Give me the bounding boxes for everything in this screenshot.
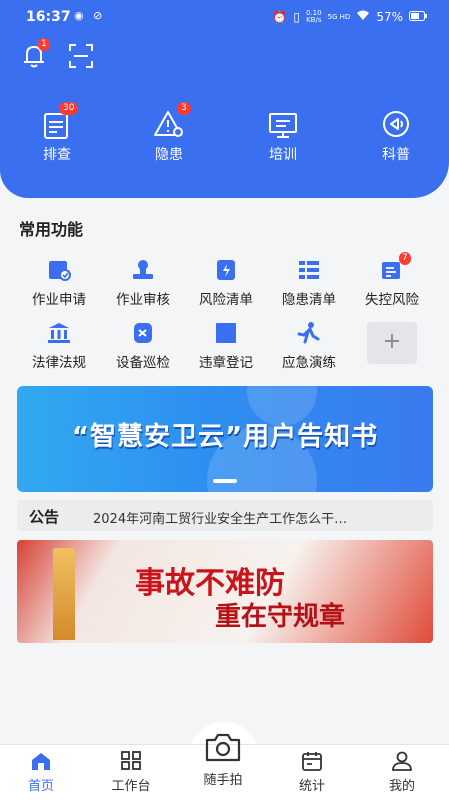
job-apply-icon [46,258,72,282]
safety-poster[interactable]: 事故不难防 重在守规章 [17,540,433,643]
func-label: 作业审核 [116,292,170,308]
func-device-inspection[interactable]: 设备巡检 [100,321,186,371]
announcement-text: 2024年河南工贸行业安全生产工作怎么干… [93,512,348,527]
tab-label: 首页 [27,779,54,794]
inspection-badge: 30 [59,102,79,115]
func-label: 失控风险 [365,292,419,308]
func-label: 设备巡检 [116,355,170,371]
quick-item-label: 科普 [382,147,410,163]
status-time: 16:37 [26,9,71,25]
hazard-badge: 3 [177,102,191,115]
func-label: 法律法规 [32,355,86,371]
tab-label: 统计 [298,779,325,794]
func-emergency-drill[interactable]: 应急演练 [266,321,352,371]
alarm-icon: ⏰ [272,9,288,24]
warning-search-icon: 3 [151,102,191,140]
device-inspect-icon [130,321,156,345]
quick-item-label: 排查 [43,147,71,163]
status-app-icons: ◉ ⊘ [74,9,106,22]
func-label: 隐患清单 [282,292,336,308]
quick-item-label: 隐患 [155,147,183,163]
tab-label: 工作台 [111,779,151,794]
func-risk-list[interactable]: 风险清单 [183,258,269,308]
violation-icon [213,321,239,345]
func-label: 违章登记 [199,355,253,371]
emergency-drill-icon [296,321,322,345]
func-laws[interactable]: 法律法规 [16,321,102,371]
announcement-bar[interactable]: 公告 2024年河南工贸行业安全生产工作怎么干… [17,500,433,531]
notification-badge: 1 [38,38,50,51]
func-job-review[interactable]: 作业审核 [100,258,186,308]
courthouse-icon [46,321,72,345]
list-icon [296,258,322,282]
vibrate-icon: ▯ [293,9,300,24]
func-label: 风险清单 [199,292,253,308]
tab-profile[interactable]: 我的 [367,751,437,794]
presentation-icon [265,108,301,140]
quick-item-label: 培训 [269,147,297,163]
wifi-icon [356,9,370,24]
tab-home[interactable]: 首页 [6,751,76,794]
stamp-icon [130,258,156,282]
quick-actions: 30 排查 3 隐患 培训 科普 [0,102,449,170]
grid-icon [120,751,142,771]
battery-icon [409,10,427,24]
user-icon [391,751,413,771]
scan-icon[interactable] [67,42,97,72]
status-right: ⏰ ▯ 0.10 KB/s 5G HD 57% [272,9,427,24]
risk-shield-icon [213,258,239,282]
banner-indicator [213,479,237,483]
func-label: 作业申请 [32,292,86,308]
banner-text: “智慧安卫云”用户告知书 [71,422,379,452]
quick-item-science[interactable]: 科普 [361,108,431,164]
poster-slogan-line2: 重在守规章 [215,602,346,632]
tab-label: 随手拍 [203,773,243,788]
quick-item-inspection[interactable]: 30 排查 [22,102,92,164]
tab-statistics[interactable]: 统计 [277,751,347,794]
func-job-apply[interactable]: 作业申请 [16,258,102,308]
signal-label: 5G HD [327,12,351,21]
net-speed-unit: KB/s [306,15,322,24]
func-uncontrolled-risk[interactable]: 7 失控风险 [349,252,435,308]
net-speed: 0.10 KB/s [306,9,322,24]
section-title: 常用功能 [19,220,84,239]
quick-item-hazard[interactable]: 3 隐患 [134,102,204,164]
func-hazard-list[interactable]: 隐患清单 [266,258,352,308]
tab-snapshot[interactable]: 随手拍 [188,731,258,788]
uncontrolled-risk-badge: 7 [399,252,411,265]
battery-level: 57% [376,9,403,24]
header-panel: 16:37 ◉ ⊘ ⏰ ▯ 0.10 KB/s 5G HD 57% 1 30 排… [0,0,449,198]
quick-item-training[interactable]: 培训 [248,108,318,164]
user-notice-banner[interactable]: “智慧安卫云”用户告知书 [17,386,433,492]
func-label: 应急演练 [282,355,336,371]
calendar-stats-icon [301,751,323,771]
status-bar: 16:37 ◉ ⊘ ⏰ ▯ 0.10 KB/s 5G HD 57% [0,0,449,34]
checklist-icon: 30 [39,102,79,140]
huabiao-illustration [53,548,75,640]
add-function-button[interactable]: + [367,322,417,364]
tab-workbench[interactable]: 工作台 [96,751,166,794]
home-icon [30,751,52,771]
notification-bell-icon[interactable]: 1 [20,38,50,72]
func-violation-register[interactable]: 违章登记 [183,321,269,371]
risk-report-icon: 7 [379,252,411,282]
camera-icon [203,731,243,763]
tab-label: 我的 [388,779,415,794]
bottom-tab-bar: 首页 工作台 随手拍 统计 我的 [0,733,449,800]
broadcast-icon [378,108,414,140]
announcement-tag: 公告 [29,508,60,526]
